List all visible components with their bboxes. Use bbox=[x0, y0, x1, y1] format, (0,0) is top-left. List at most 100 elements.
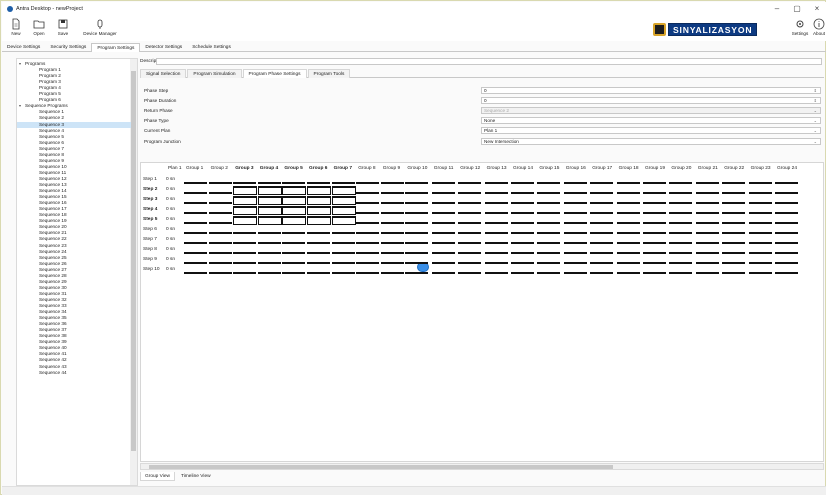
phase-cell[interactable] bbox=[282, 242, 306, 244]
phase-cell[interactable] bbox=[356, 192, 380, 194]
phase-cell[interactable] bbox=[233, 272, 257, 274]
phase-cell[interactable] bbox=[380, 262, 404, 264]
phase-cell[interactable] bbox=[537, 272, 561, 274]
tab-timeline-view[interactable]: Timeline View bbox=[177, 472, 215, 481]
tab-device-settings[interactable]: Device Settings bbox=[2, 43, 45, 52]
phase-cell-active[interactable] bbox=[282, 206, 307, 215]
step-row-label[interactable]: Step 8 bbox=[143, 247, 157, 252]
phase-cell[interactable] bbox=[695, 212, 719, 214]
phase-cell[interactable] bbox=[380, 272, 404, 274]
group-column-header[interactable]: Group 7 bbox=[334, 166, 352, 171]
grid-horizontal-scrollbar[interactable] bbox=[140, 463, 824, 470]
tab-program-simulation[interactable]: Program Simulation bbox=[187, 69, 242, 78]
tab-program-tools[interactable]: Program Tools bbox=[307, 69, 351, 78]
step-row-label[interactable]: Step 2 bbox=[143, 187, 157, 192]
phase-cell[interactable] bbox=[590, 272, 614, 274]
step-row-label[interactable]: Step 4 bbox=[143, 207, 157, 212]
phase-cell[interactable] bbox=[669, 232, 693, 234]
phase-cell[interactable] bbox=[748, 182, 772, 184]
phase-cell[interactable] bbox=[590, 182, 614, 184]
phase-cell[interactable] bbox=[775, 262, 798, 264]
phase-cell[interactable] bbox=[695, 252, 719, 254]
phase-cell[interactable] bbox=[775, 192, 798, 194]
phase-cell[interactable] bbox=[590, 222, 614, 224]
phase-cell[interactable] bbox=[511, 212, 534, 214]
phase-cell[interactable] bbox=[563, 182, 587, 184]
phase-cell[interactable] bbox=[511, 192, 534, 194]
phase-cell[interactable] bbox=[590, 212, 614, 214]
phase-cell[interactable] bbox=[405, 222, 429, 224]
about-button[interactable]: About bbox=[809, 18, 826, 40]
chevron-down-icon[interactable]: ⌄ bbox=[814, 128, 817, 134]
phase-cell[interactable] bbox=[775, 272, 798, 274]
phase-cell[interactable] bbox=[208, 232, 232, 234]
phase-cell[interactable] bbox=[616, 192, 640, 194]
phase-cell[interactable] bbox=[669, 212, 693, 214]
phase-cell[interactable] bbox=[511, 272, 534, 274]
phase-cell[interactable] bbox=[405, 202, 429, 204]
phase-cell[interactable] bbox=[356, 242, 380, 244]
phase-cell[interactable] bbox=[356, 262, 380, 264]
phase-cell[interactable] bbox=[643, 272, 666, 274]
group-column-header[interactable]: Group 21 bbox=[698, 166, 718, 171]
phase-cell-active[interactable] bbox=[307, 216, 331, 225]
phase-cell[interactable] bbox=[380, 202, 404, 204]
phase-cell[interactable] bbox=[643, 262, 666, 264]
phase-cell[interactable] bbox=[431, 252, 455, 254]
phase-cell[interactable] bbox=[307, 262, 330, 264]
dropdown-select[interactable]: New Intersection ⌄ bbox=[481, 138, 821, 145]
phase-cell[interactable] bbox=[405, 212, 429, 214]
phase-cell[interactable] bbox=[356, 272, 380, 274]
phase-cell[interactable] bbox=[775, 222, 798, 224]
phase-cell[interactable] bbox=[257, 242, 281, 244]
phase-cell[interactable] bbox=[590, 252, 614, 254]
phase-cell-active[interactable] bbox=[307, 186, 331, 195]
settings-button[interactable]: Settings bbox=[790, 18, 810, 40]
phase-cell[interactable] bbox=[643, 182, 666, 184]
phase-cell[interactable] bbox=[184, 202, 207, 204]
phase-cell[interactable] bbox=[331, 252, 355, 254]
phase-cell[interactable] bbox=[458, 222, 482, 224]
group-column-header[interactable]: Group 15 bbox=[539, 166, 559, 171]
phase-cell-active[interactable] bbox=[257, 196, 282, 205]
phase-cell[interactable] bbox=[695, 192, 719, 194]
phase-cell[interactable] bbox=[643, 232, 666, 234]
phase-cell[interactable] bbox=[722, 272, 746, 274]
phase-cell-active[interactable] bbox=[331, 196, 356, 205]
phase-cell[interactable] bbox=[722, 202, 746, 204]
phase-cell[interactable] bbox=[616, 212, 640, 214]
phase-cell[interactable] bbox=[695, 272, 719, 274]
phase-cell[interactable] bbox=[431, 212, 455, 214]
phase-cell[interactable] bbox=[282, 272, 306, 274]
phase-cell[interactable] bbox=[431, 262, 455, 264]
phase-cell[interactable] bbox=[257, 252, 281, 254]
phase-cell[interactable] bbox=[233, 252, 257, 254]
phase-cell[interactable] bbox=[356, 222, 380, 224]
phase-cell[interactable] bbox=[590, 192, 614, 194]
phase-cell[interactable] bbox=[563, 272, 587, 274]
group-column-header[interactable]: Group 9 bbox=[383, 166, 400, 171]
phase-cell[interactable] bbox=[458, 252, 482, 254]
group-column-header[interactable]: Group 6 bbox=[309, 166, 327, 171]
phase-cell[interactable] bbox=[695, 222, 719, 224]
phase-cell[interactable] bbox=[405, 262, 429, 264]
tab-group-view[interactable]: Group View bbox=[140, 472, 175, 481]
phase-cell[interactable] bbox=[184, 232, 207, 234]
phase-cell[interactable] bbox=[722, 212, 746, 214]
tree-scroll-thumb[interactable] bbox=[131, 71, 136, 451]
phase-cell[interactable] bbox=[484, 232, 508, 234]
phase-cell[interactable] bbox=[208, 252, 232, 254]
phase-cell[interactable] bbox=[282, 252, 306, 254]
phase-cell[interactable] bbox=[722, 252, 746, 254]
phase-cell[interactable] bbox=[484, 212, 508, 214]
phase-cell[interactable] bbox=[484, 202, 508, 204]
phase-cell-active[interactable] bbox=[331, 216, 356, 225]
phase-cell[interactable] bbox=[356, 252, 380, 254]
phase-cell[interactable] bbox=[184, 272, 207, 274]
phase-cell[interactable] bbox=[431, 242, 455, 244]
phase-cell[interactable] bbox=[537, 232, 561, 234]
group-column-header[interactable]: Group 1 bbox=[186, 166, 203, 171]
phase-cell[interactable] bbox=[257, 272, 281, 274]
phase-cell[interactable] bbox=[405, 242, 429, 244]
phase-cell[interactable] bbox=[208, 212, 232, 214]
